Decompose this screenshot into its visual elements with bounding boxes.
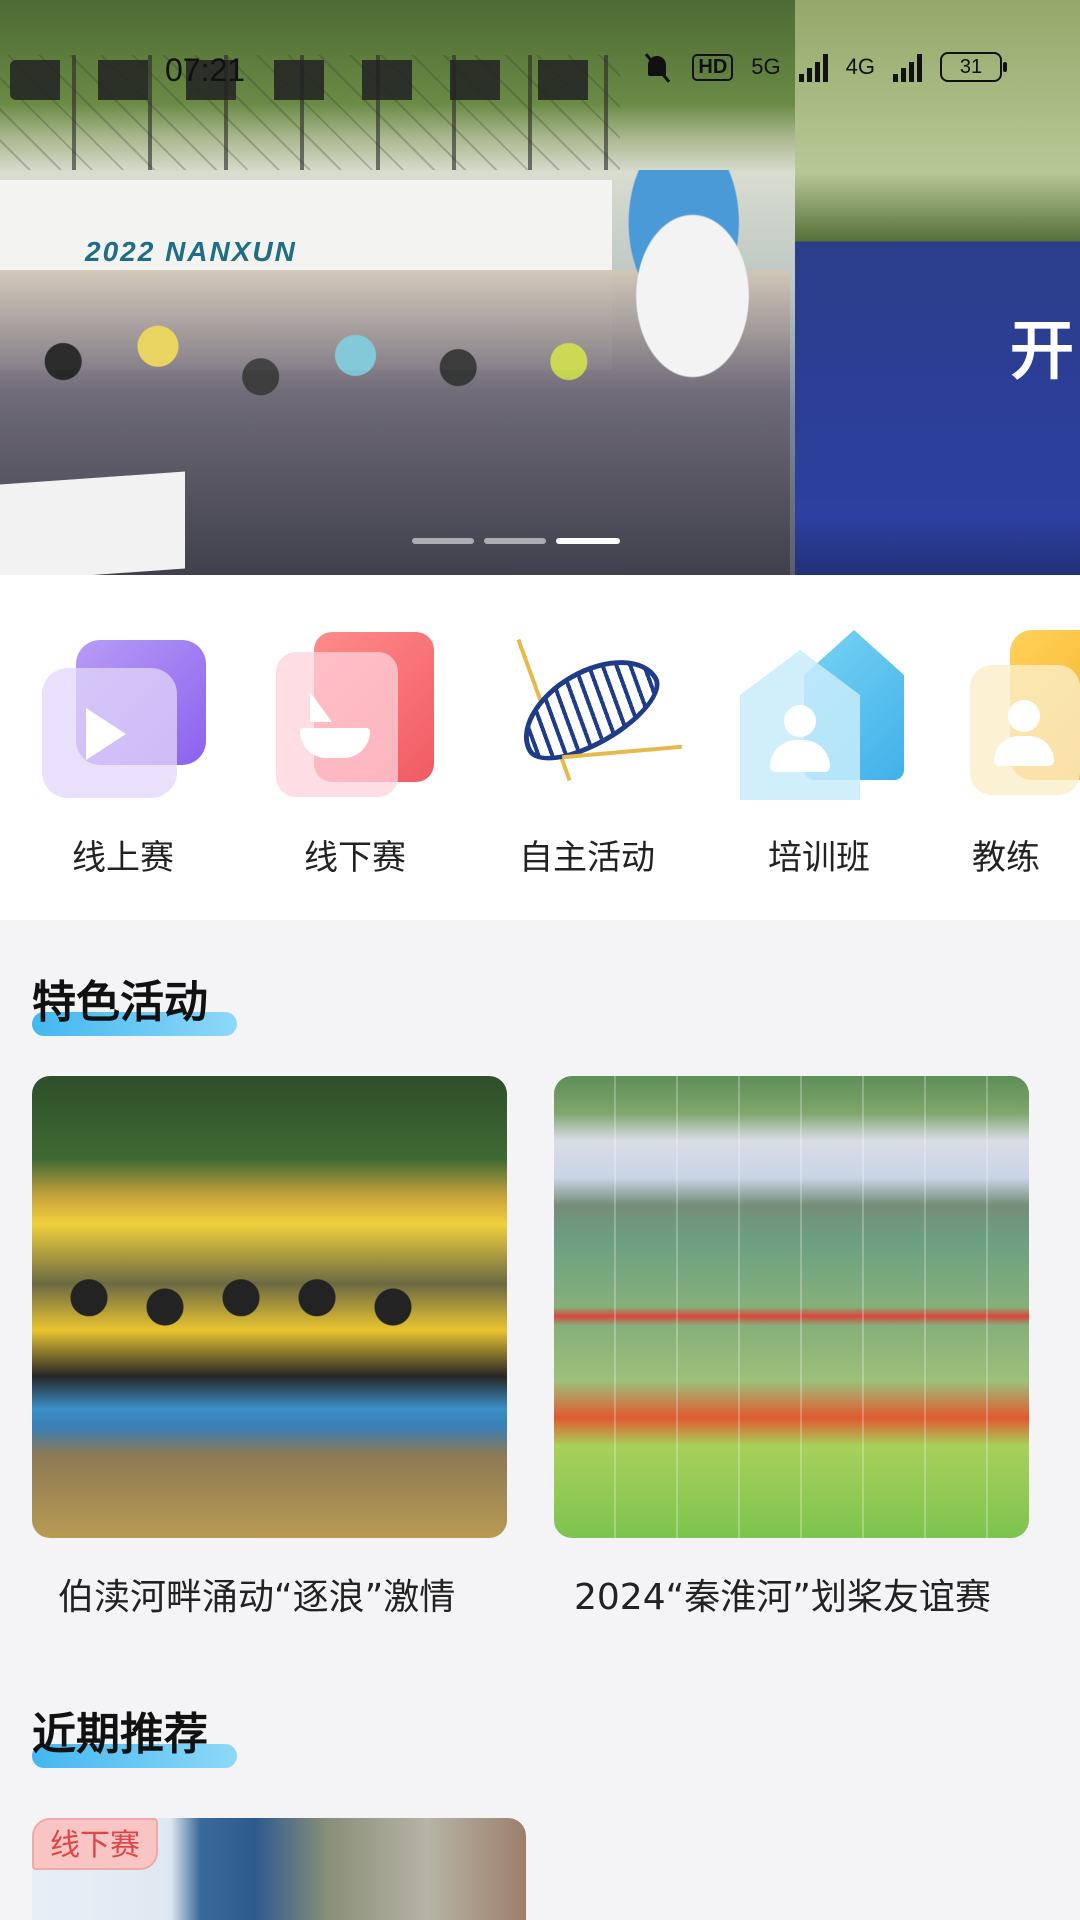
category-online-race[interactable]: 线上赛 xyxy=(23,575,223,920)
banner-carousel[interactable]: 2022 NANXUN 开 07:21 HD 5G 4G 31 xyxy=(0,0,1080,575)
video-play-icon xyxy=(38,630,208,800)
category-offline-race[interactable]: 线下赛 xyxy=(255,575,455,920)
network-4g-label: 4G xyxy=(845,54,875,79)
category-label: 教练 xyxy=(972,838,1040,878)
banner-slide-photo[interactable]: 2022 NANXUN xyxy=(0,0,795,575)
category-label: 线下赛 xyxy=(304,838,406,878)
rowing-boat-icon xyxy=(502,630,682,800)
recommended-card-badge: 线下赛 xyxy=(32,1818,158,1870)
hd-badge: HD xyxy=(692,53,734,81)
signal-5g-icon xyxy=(798,52,828,82)
stage-lights xyxy=(10,60,620,100)
mascot-figure xyxy=(605,170,780,380)
battery-icon: 31 xyxy=(940,52,1007,82)
section-title-recommended: 近期推荐 xyxy=(32,1698,237,1768)
section-title-featured: 特色活动 xyxy=(32,966,237,1036)
carousel-dot-active[interactable] xyxy=(556,538,620,544)
signal-4g-icon xyxy=(893,52,922,82)
next-slide-text: 开 xyxy=(1010,315,1074,387)
category-coach[interactable]: 教练 xyxy=(945,575,1080,920)
category-strip[interactable]: 线上赛 线下赛 自主活动 培训班 教练 xyxy=(0,575,1080,920)
backdrop-title: 2022 NANXUN xyxy=(85,236,297,267)
category-self-activity[interactable]: 自主活动 xyxy=(487,575,687,920)
coach-person-icon xyxy=(970,630,1080,800)
featured-card-title[interactable]: 2024“秦淮河”划桨友谊赛 xyxy=(574,1568,991,1620)
category-label: 自主活动 xyxy=(519,838,655,878)
network-5g-label: 5G xyxy=(751,54,781,79)
carousel-dot[interactable] xyxy=(412,538,474,544)
featured-card-title[interactable]: 伯渎河畔涌动“逐浪”激情 xyxy=(58,1568,455,1620)
status-icons: HD 5G 4G 31 xyxy=(642,52,1007,82)
category-training[interactable]: 培训班 xyxy=(719,575,919,920)
carousel-dot[interactable] xyxy=(484,538,546,544)
banner-slide-next[interactable]: 开 xyxy=(795,0,1080,575)
mute-icon xyxy=(642,52,674,82)
category-label: 线上赛 xyxy=(72,838,174,878)
featured-card-image[interactable] xyxy=(32,1076,507,1538)
person-house-icon xyxy=(734,630,904,800)
carousel-dots xyxy=(412,538,620,544)
category-label: 培训班 xyxy=(768,838,870,878)
team-flag xyxy=(0,471,185,575)
status-time: 07:21 xyxy=(165,52,246,88)
featured-card-image[interactable] xyxy=(554,1076,1029,1538)
boat-card-icon xyxy=(270,630,440,800)
